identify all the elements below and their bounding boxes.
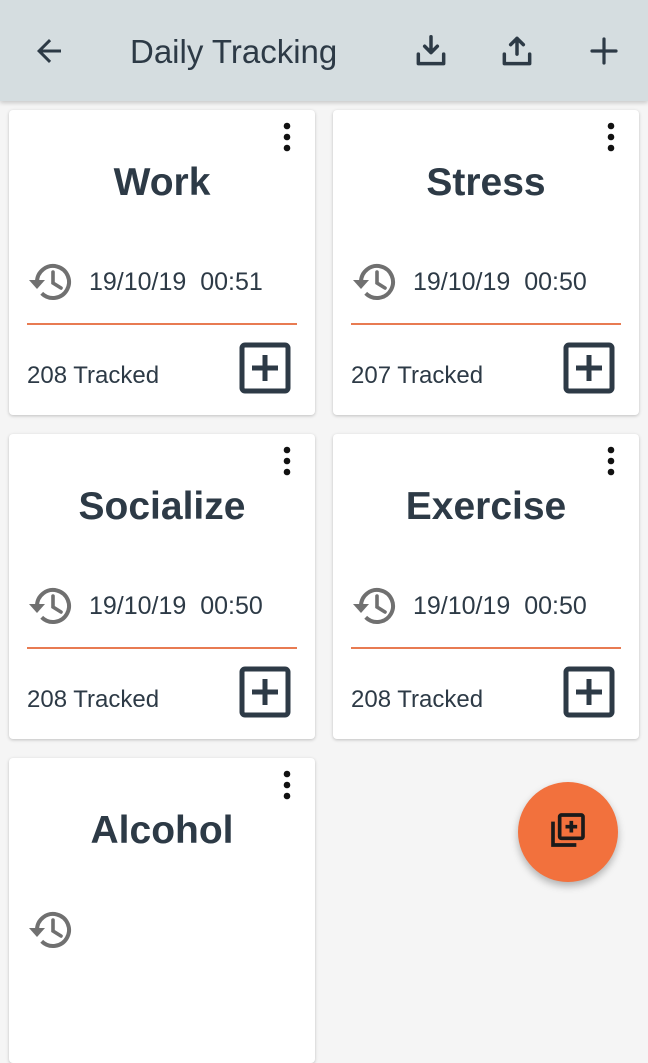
library-add-icon [548,810,588,855]
tracked-count: 208 Tracked [27,362,160,389]
history-icon [351,584,401,628]
history-icon [351,260,401,304]
more-vert-icon[interactable] [273,446,301,476]
app-bar: Daily Tracking [0,0,648,101]
add-entry-icon[interactable] [239,666,291,718]
tracker-name: Stress [426,161,546,204]
add-entry-icon[interactable] [239,342,291,394]
last-tracked-time: 19/10/19 00:50 [89,592,263,620]
tracked-count: 208 Tracked [351,686,484,713]
tracked-count: 208 Tracked [27,686,160,713]
last-tracked-time: 19/10/19 00:51 [89,268,263,296]
history-icon [27,584,77,628]
history-icon [27,260,77,304]
tracker-card[interactable]: Exercise 19/10/19 00:50 208 Tracked [333,434,639,739]
upload-icon[interactable] [495,29,539,73]
plus-icon[interactable] [582,29,626,73]
divider [351,647,621,649]
add-entry-icon[interactable] [563,342,615,394]
last-tracked-time: 19/10/19 00:50 [413,268,587,296]
divider [27,647,297,649]
tracker-name: Socialize [78,485,246,528]
more-vert-icon[interactable] [273,122,301,152]
page-title: Daily Tracking [130,33,338,70]
tracked-count: 207 Tracked [351,362,484,389]
tracker-card[interactable]: Socialize 19/10/19 00:50 208 Tracked [9,434,315,739]
divider [27,323,297,325]
arrow-back-icon[interactable] [27,29,71,73]
tracker-name: Work [113,161,211,204]
tracker-card[interactable]: Work 19/10/19 00:51 208 Tracked [9,110,315,415]
more-vert-icon[interactable] [597,446,625,476]
tracker-card[interactable]: Stress 19/10/19 00:50 207 Tracked [333,110,639,415]
tracker-card[interactable]: Alcohol [9,758,315,1063]
download-icon[interactable] [409,29,453,73]
last-tracked-time: 19/10/19 00:50 [413,592,587,620]
more-vert-icon[interactable] [273,770,301,800]
add-tracker-fab[interactable] [518,782,618,882]
more-vert-icon[interactable] [597,122,625,152]
divider [351,323,621,325]
add-entry-icon[interactable] [563,666,615,718]
history-icon [27,908,77,952]
tracker-name: Exercise [405,485,567,528]
tracker-name: Alcohol [90,809,234,852]
